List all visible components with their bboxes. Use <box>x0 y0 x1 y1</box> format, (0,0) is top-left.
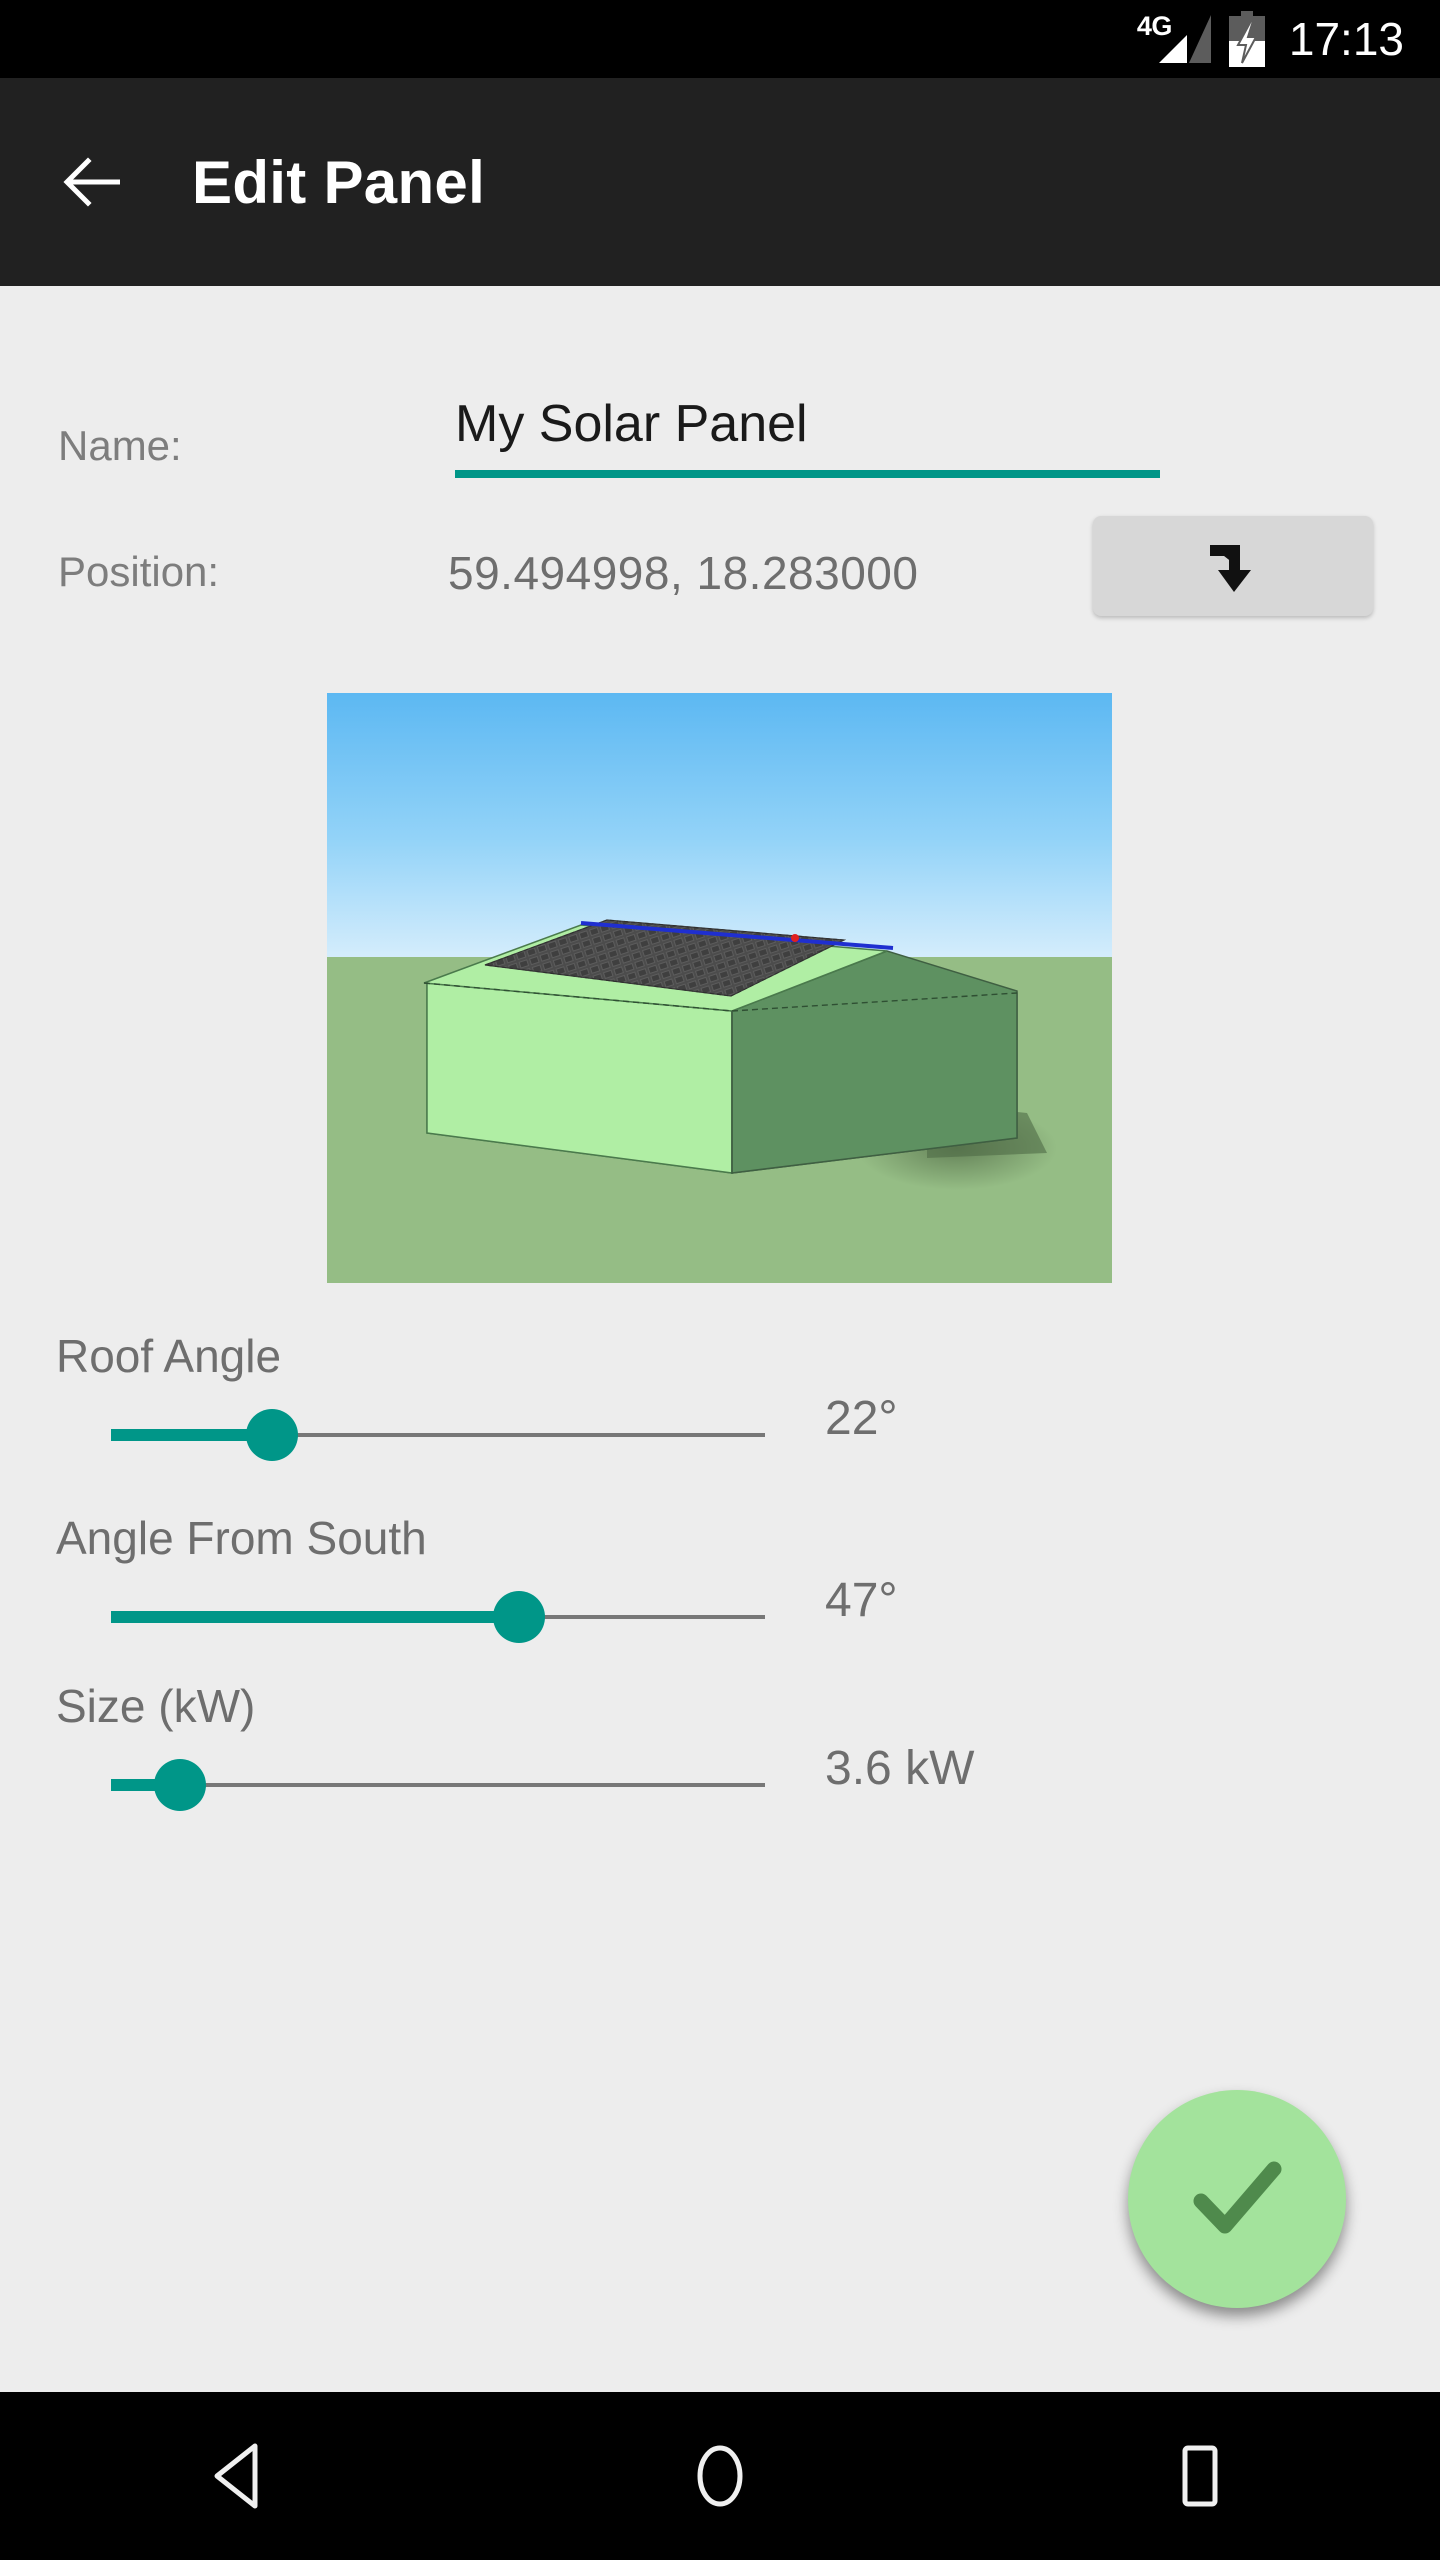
status-bar: 4G 17:13 <box>0 0 1440 78</box>
slider-angle-from-south-label: Angle From South <box>56 1512 427 1564</box>
slider-roof-angle-row[interactable]: 22° <box>0 1391 1440 1481</box>
drop-pin-arrow-icon <box>1210 545 1251 592</box>
slider-angle-from-south-row[interactable]: 47° <box>0 1573 1440 1663</box>
position-value: 59.494998, 18.283000 <box>448 547 919 599</box>
position-row: Position: 59.494998, 18.283000 <box>0 506 1440 636</box>
status-bar-right-group: 4G 17:13 <box>1137 11 1404 67</box>
solar-house-3d-preview <box>327 693 1112 1283</box>
slider-angle-from-south-thumb[interactable] <box>493 1591 545 1643</box>
name-row: Name: My Solar Panel <box>0 394 1440 514</box>
house-illustration <box>327 693 1112 1283</box>
slider-panel-size-row[interactable]: 3.6 kW <box>0 1741 1440 1831</box>
slider-angle-from-south-value: 47° <box>825 1574 898 1627</box>
slider-roof-angle-value: 22° <box>825 1392 898 1445</box>
position-label: Position: <box>58 548 220 595</box>
app-bar: Edit Panel <box>0 78 1440 286</box>
name-input[interactable]: My Solar Panel <box>455 394 1160 478</box>
set-position-button[interactable] <box>1093 516 1373 616</box>
battery-charging-icon <box>1228 11 1265 67</box>
status-bar-clock: 17:13 <box>1288 13 1404 65</box>
slider-angle-from-south-fill <box>111 1611 517 1623</box>
page-title: Edit Panel <box>192 148 486 216</box>
nav-home-icon[interactable] <box>480 2392 960 2560</box>
nav-recents-icon[interactable] <box>960 2392 1440 2560</box>
slider-panel-size-value: 3.6 kW <box>825 1742 975 1795</box>
name-input-underline <box>455 470 1160 478</box>
slider-panel-size-thumb[interactable] <box>154 1759 206 1811</box>
check-icon <box>1193 2161 1282 2234</box>
nav-back-icon[interactable] <box>0 2392 480 2560</box>
confirm-save-fab[interactable] <box>1128 2090 1346 2308</box>
back-arrow-icon[interactable] <box>62 151 124 213</box>
slider-panel-size-track[interactable] <box>111 1783 765 1787</box>
signal-bars-icon: 4G <box>1137 11 1211 67</box>
name-label: Name: <box>58 422 182 469</box>
slider-roof-angle-label: Roof Angle <box>56 1330 282 1382</box>
slider-roof-angle-thumb[interactable] <box>246 1409 298 1461</box>
system-navigation-bar <box>0 2392 1440 2560</box>
content-area: Name: My Solar Panel Position: 59.494998… <box>0 286 1440 2392</box>
slider-panel-size-label: Size (kW) <box>56 1680 256 1732</box>
signal-triangle-icon <box>1158 15 1211 63</box>
name-input-value[interactable]: My Solar Panel <box>455 394 1160 470</box>
